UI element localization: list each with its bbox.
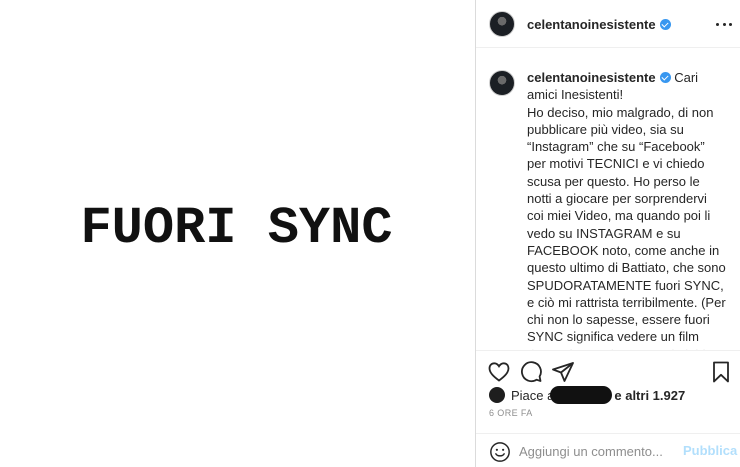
- post-header: celentanoinesistente: [476, 0, 740, 48]
- verified-badge-icon: [659, 19, 671, 30]
- likes-count[interactable]: e altri 1.927: [614, 388, 685, 403]
- bookmark-icon[interactable]: [709, 360, 733, 384]
- likes-prefix: Piace a: [511, 387, 555, 403]
- likes-summary[interactable]: Piace a e altri 1.927: [489, 386, 685, 404]
- avatar[interactable]: [489, 11, 515, 37]
- caption-avatar[interactable]: [489, 70, 515, 96]
- publish-button[interactable]: Pubblica: [683, 443, 737, 458]
- redacted-username: [550, 386, 613, 404]
- post-image[interactable]: FUORI SYNC: [0, 0, 475, 467]
- comment-input[interactable]: [519, 441, 674, 461]
- side-panel: celentanoinesistente celentanoinesistent…: [475, 0, 740, 467]
- comments-section[interactable]: celentanoinesistente Cari amici Inesiste…: [476, 49, 740, 351]
- post-image-text: FUORI SYNC: [80, 199, 393, 258]
- comment-bar: Pubblica: [476, 433, 740, 467]
- caption-username[interactable]: celentanoinesistente: [527, 70, 656, 85]
- header-username[interactable]: celentanoinesistente: [527, 17, 671, 32]
- caption-text: Ho deciso, mio malgrado, di non pubblica…: [527, 104, 726, 350]
- caption: celentanoinesistente Cari amici Inesiste…: [527, 69, 727, 350]
- share-icon[interactable]: [551, 360, 575, 384]
- post-timestamp[interactable]: 6 ORE FA: [489, 408, 533, 418]
- emoji-icon[interactable]: [489, 441, 511, 463]
- verified-badge-icon: [659, 72, 671, 83]
- heart-icon[interactable]: [487, 360, 511, 384]
- liker-avatar[interactable]: [489, 387, 505, 403]
- more-options-icon[interactable]: [716, 16, 732, 32]
- comment-icon[interactable]: [519, 360, 543, 384]
- scroll-fade: [476, 340, 740, 350]
